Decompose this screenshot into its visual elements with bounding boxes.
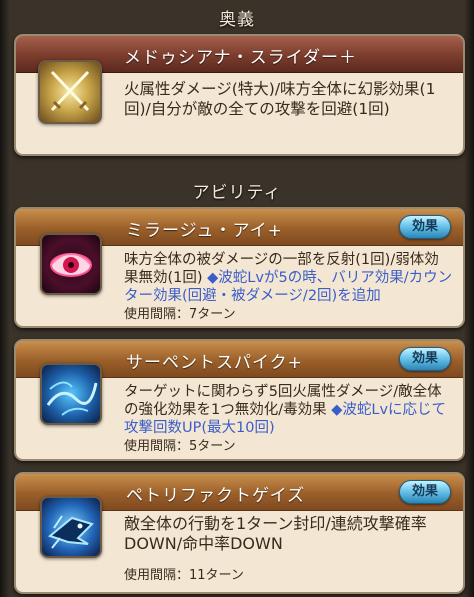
ougi-name: メドゥシアナ・スライダー＋: [124, 48, 357, 68]
ability-name: ミラージュ・アイ+: [126, 221, 283, 241]
ability-description: 敵全体の行動を1ターン封印/連続攻撃確率DOWN/命中率DOWN: [124, 514, 453, 554]
ability-section-header: アビリティ: [0, 178, 474, 203]
ougi-description: 火属性ダメージ(特大)/味方全体に幻影効果(1回)/自分が敵の全ての攻撃を回避(…: [124, 80, 436, 118]
ougi-section-label: 奥義: [219, 10, 255, 30]
effect-button[interactable]: 効果: [399, 347, 451, 371]
ability-card-mirage-eye[interactable]: ミラージュ・アイ+ 効果 味方全体の被ダメージの一部を反射(1回)/弱体効果無効…: [14, 207, 465, 328]
red-eye-icon: [40, 233, 102, 295]
serpent-gaze-icon: [40, 496, 102, 558]
ability-name: サーペントスパイク+: [126, 353, 303, 373]
serpent-spike-icon: [40, 363, 102, 425]
ability-description: ターゲットに関わらず5回火属性ダメージ/敵全体の強化効果を1つ無効化/毒効果 ◆…: [124, 383, 453, 437]
ability-description: 味方全体の被ダメージの一部を反射(1回)/弱体効果無効(1回) ◆波蛇Lvが5の…: [124, 251, 453, 305]
ability-interval: 使用間隔：7ターン: [124, 307, 236, 322]
ability-card-serpent-spike[interactable]: サーペントスパイク+ 効果 ターゲットに関わらず5回火属性ダメージ/敵全体の強化…: [14, 339, 465, 461]
skill-list-page: 奥義 メドゥシアナ・スライダー＋ 火属性ダメージ(特大)/味方全体に幻影効果(1…: [0, 0, 474, 597]
crossed-swords-icon: [38, 60, 102, 124]
ability-interval: 使用間隔：11ターン: [124, 568, 244, 583]
ougi-section-header: 奥義: [0, 5, 474, 30]
ability-section-label: アビリティ: [192, 183, 282, 203]
effect-button[interactable]: 効果: [399, 215, 451, 239]
ability-card-petrifact-gaze[interactable]: ペトリファクトゲイズ 効果 敵全体の行動を1ターン封印/連続攻撃確率DOWN/命…: [14, 472, 465, 594]
ability-interval: 使用間隔：5ターン: [124, 439, 236, 454]
ability-name: ペトリファクトゲイズ: [126, 486, 306, 506]
ougi-card[interactable]: メドゥシアナ・スライダー＋ 火属性ダメージ(特大)/味方全体に幻影効果(1回)/…: [14, 34, 465, 156]
ability-description-text: 敵全体の行動を1ターン封印/連続攻撃確率DOWN/命中率DOWN: [124, 514, 427, 553]
effect-button[interactable]: 効果: [399, 480, 451, 504]
